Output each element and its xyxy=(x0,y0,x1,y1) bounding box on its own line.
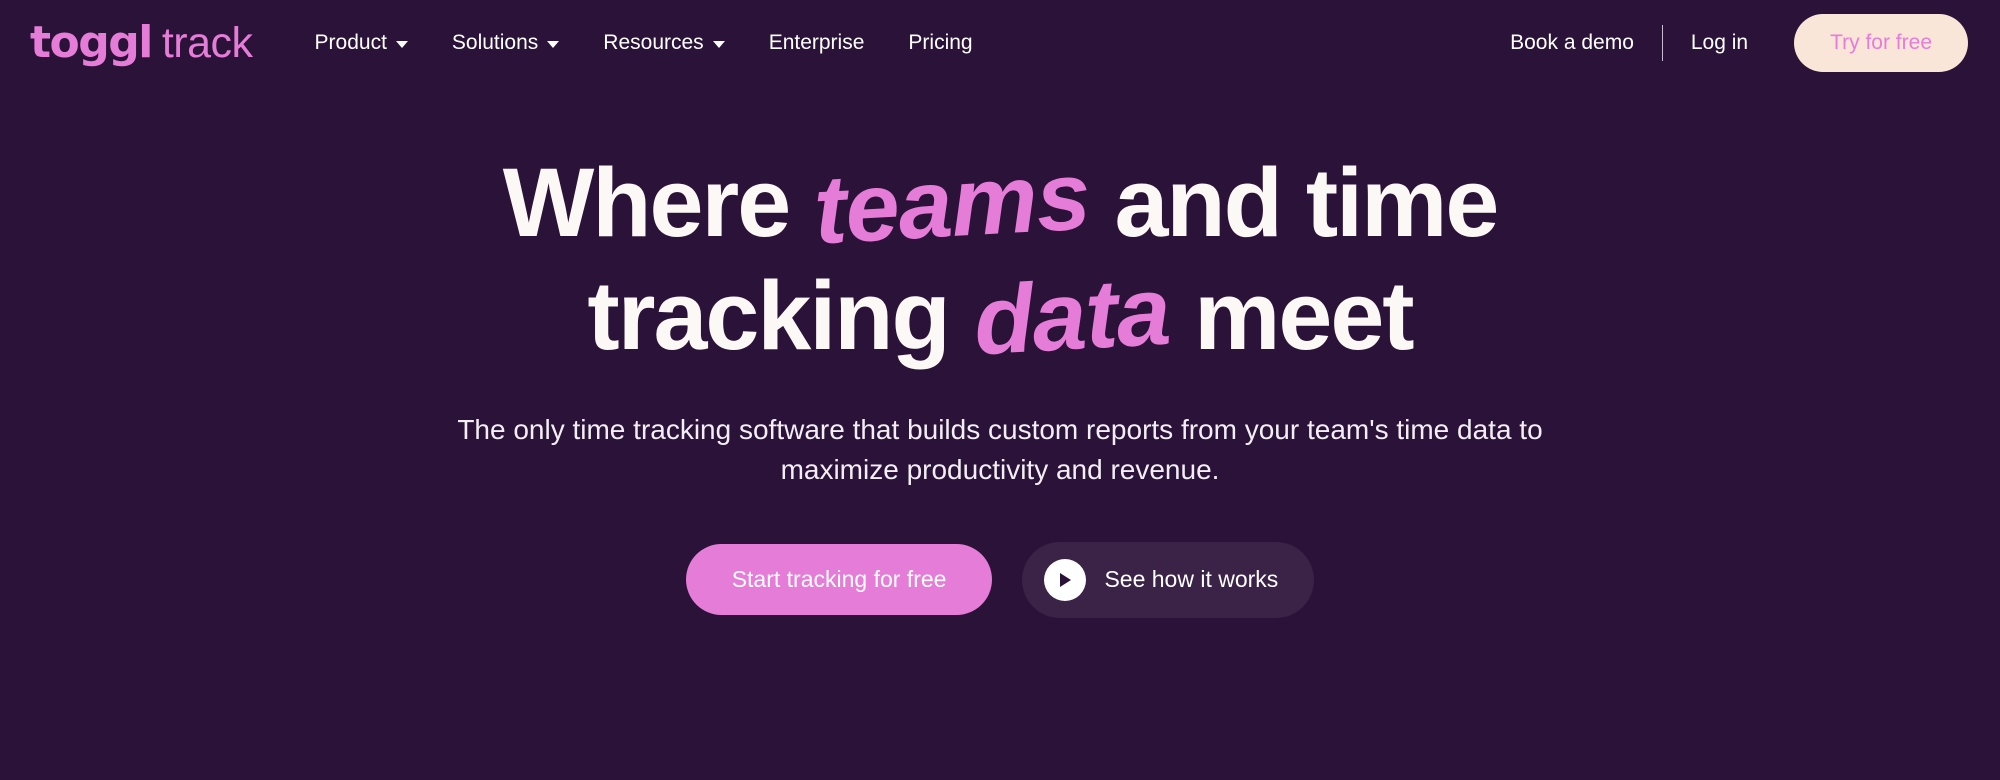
book-a-demo-link[interactable]: Book a demo xyxy=(1488,31,1656,55)
nav-item-product-label: Product xyxy=(314,30,387,54)
nav-item-resources-label: Resources xyxy=(603,30,704,54)
headline-line-2: tracking data meet xyxy=(587,255,1414,375)
nav-item-solutions[interactable]: Solutions xyxy=(430,0,581,85)
headline-text-and-time: and time xyxy=(1089,148,1499,257)
nav-actions: Book a demo Log in Try for free xyxy=(1488,0,1968,85)
toggl-track-landing-page: toggl track Product Solutions Resources … xyxy=(0,0,2000,780)
nav-item-pricing[interactable]: Pricing xyxy=(886,0,994,85)
nav-item-product[interactable]: Product xyxy=(293,0,430,85)
headline-line-1: Where teams and time xyxy=(502,140,1500,264)
hero-subheadline: The only time tracking software that bui… xyxy=(435,410,1565,490)
nav-item-solutions-label: Solutions xyxy=(451,30,539,54)
try-for-free-button[interactable]: Try for free xyxy=(1794,13,1968,72)
headline-accent-teams: teams xyxy=(811,140,1093,265)
toggl-track-logo[interactable]: toggl track xyxy=(30,16,253,68)
hero-headline: Where teams and time tracking data meet xyxy=(502,140,1500,375)
start-tracking-for-free-button[interactable]: Start tracking for free xyxy=(685,544,993,616)
nav-item-pricing-label: Pricing xyxy=(908,30,973,54)
logo-wordmark-track: track xyxy=(161,18,253,67)
hero-cta-row: Start tracking for free See how it works xyxy=(685,541,1315,618)
headline-text-where: Where xyxy=(502,148,815,257)
main-navigation-bar: toggl track Product Solutions Resources … xyxy=(0,0,2000,85)
logo-wordmark-toggl: toggl xyxy=(30,16,153,68)
see-how-it-works-label: See how it works xyxy=(1104,566,1279,593)
primary-nav-links: Product Solutions Resources Enterprise P… xyxy=(293,0,995,85)
nav-item-resources[interactable]: Resources xyxy=(581,0,746,85)
headline-text-tracking: tracking xyxy=(587,260,974,370)
nav-item-enterprise-label: Enterprise xyxy=(768,30,865,54)
log-in-link[interactable]: Log in xyxy=(1669,31,1770,55)
chevron-down-icon xyxy=(712,41,725,48)
chevron-down-icon xyxy=(547,41,560,48)
headline-text-meet: meet xyxy=(1169,260,1414,370)
nav-item-enterprise[interactable]: Enterprise xyxy=(747,0,887,85)
hero-section: Where teams and time tracking data meet … xyxy=(0,85,2000,780)
headline-accent-data: data xyxy=(970,255,1173,375)
play-circle-icon xyxy=(1044,558,1087,601)
see-how-it-works-button[interactable]: See how it works xyxy=(1022,541,1315,618)
chevron-down-icon xyxy=(395,41,408,48)
subheadline-line-1: The only time tracking software that bui… xyxy=(457,414,1389,446)
nav-divider xyxy=(1661,24,1663,61)
